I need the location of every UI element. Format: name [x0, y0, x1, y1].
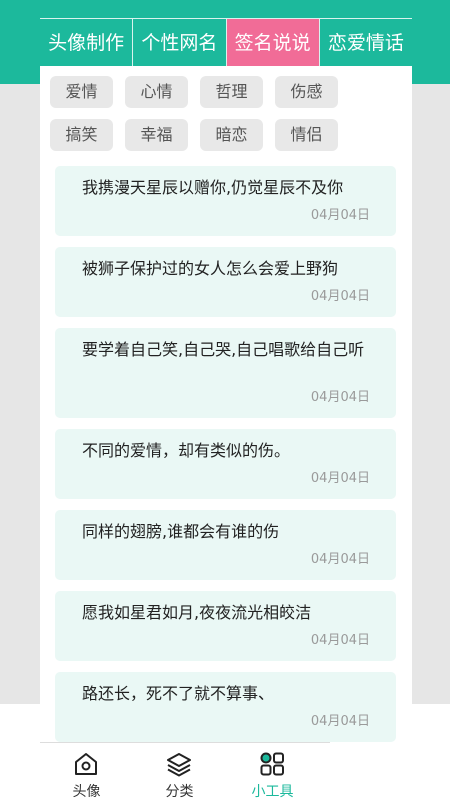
signature-date: 04月04日: [310, 471, 370, 486]
category-chip[interactable]: 爱情: [50, 76, 113, 108]
home-icon: [75, 753, 97, 775]
signature-date: 04月04日: [310, 552, 370, 567]
nav-label: 头像: [72, 784, 101, 800]
tab-avatar-maker[interactable]: 头像制作: [40, 19, 132, 66]
signature-text: 愿我如星君如月,夜夜流光相皎洁: [82, 603, 312, 622]
tab-bar: 头像制作 个性网名 签名说说 恋爱情话: [40, 18, 412, 66]
category-chip[interactable]: 搞笑: [50, 119, 113, 151]
apps-icon: [260, 752, 284, 776]
signature-card[interactable]: 同样的翅膀,谁都会有谁的伤 04月04日: [55, 510, 396, 580]
tab-love-words[interactable]: 恋爱情话: [318, 19, 412, 66]
signature-text: 要学着自己笑,自己哭,自己唱歌给自己听: [82, 340, 365, 359]
category-chip[interactable]: 幸福: [125, 119, 188, 151]
signature-date: 04月04日: [310, 289, 370, 304]
category-chip[interactable]: 情侣: [275, 119, 338, 151]
category-chip[interactable]: 哲理: [200, 76, 263, 108]
nav-label: 小工具: [251, 784, 294, 800]
signature-date: 04月04日: [310, 390, 370, 405]
nav-avatar[interactable]: 头像: [40, 743, 133, 800]
tab-signatures[interactable]: 签名说说: [225, 19, 319, 66]
signature-text: 路还长，死不了就不算事、: [82, 684, 275, 703]
tab-nicknames[interactable]: 个性网名: [132, 19, 225, 66]
signature-card[interactable]: 被狮子保护过的女人怎么会爱上野狗 04月04日: [55, 247, 396, 317]
nav-label: 分类: [165, 784, 194, 800]
signature-text: 被狮子保护过的女人怎么会爱上野狗: [82, 259, 339, 278]
signature-text: 同样的翅膀,谁都会有谁的伤: [82, 522, 280, 541]
signature-card[interactable]: 路还长，死不了就不算事、 04月04日: [55, 672, 396, 742]
signature-card[interactable]: 我携漫天星辰以赠你,仍觉星辰不及你 04月04日: [55, 166, 396, 236]
signature-text: 不同的爱情，却有类似的伤。: [82, 441, 291, 460]
category-chip[interactable]: 心情: [125, 76, 188, 108]
category-chip[interactable]: 伤感: [275, 76, 338, 108]
signature-date: 04月04日: [310, 633, 370, 648]
category-chip[interactable]: 暗恋: [200, 119, 263, 151]
signature-date: 04月04日: [310, 208, 370, 223]
signature-date: 04月04日: [310, 714, 370, 729]
signature-card[interactable]: 要学着自己笑,自己哭,自己唱歌给自己听 04月04日: [55, 328, 396, 418]
nav-category[interactable]: 分类: [133, 743, 226, 800]
nav-tools[interactable]: 小工具: [226, 743, 319, 800]
bottom-navigation: 头像 分类 小工具: [40, 742, 330, 800]
signature-text: 我携漫天星辰以赠你,仍觉星辰不及你: [82, 178, 344, 197]
signature-card[interactable]: 愿我如星君如月,夜夜流光相皎洁 04月04日: [55, 591, 396, 661]
layers-icon: [167, 753, 191, 777]
signature-card[interactable]: 不同的爱情，却有类似的伤。 04月04日: [55, 429, 396, 499]
